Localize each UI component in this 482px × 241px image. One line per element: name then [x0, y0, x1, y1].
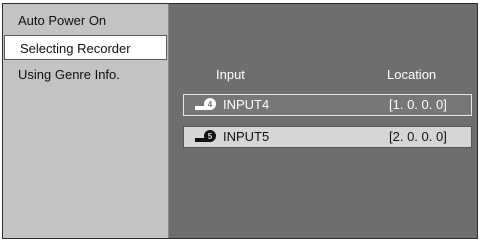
menu-item-label: Using Genre Info. — [18, 67, 120, 82]
recorder-location: [1. 0. 0. 0] — [389, 97, 447, 112]
recorder-row-input4[interactable]: 4 INPUT4 [1. 0. 0. 0] — [183, 94, 472, 116]
menu-item-label: Selecting Recorder — [20, 41, 131, 56]
menu-item-label: Auto Power On — [18, 13, 107, 28]
column-header-location: Location — [387, 67, 437, 82]
recorder-row-input5[interactable]: 5 INPUT5 [2. 0. 0. 0] — [183, 126, 472, 148]
settings-window: Auto Power On Selecting Recorder Using G… — [2, 3, 478, 239]
recorder-input-name: INPUT4 — [223, 97, 270, 112]
recorder-5-icon: 5 — [195, 130, 216, 142]
svg-text:5: 5 — [208, 132, 213, 141]
menu-item-selecting-recorder[interactable]: Selecting Recorder — [4, 35, 167, 60]
sidebar-menu: Auto Power On Selecting Recorder Using G… — [3, 4, 169, 238]
recorder-location: [2. 0. 0. 0] — [389, 129, 447, 144]
recorder-4-icon: 4 — [195, 98, 216, 110]
recorder-input-name: INPUT5 — [223, 129, 270, 144]
column-header-input: Input — [216, 67, 245, 82]
svg-text:4: 4 — [208, 100, 213, 109]
menu-item-auto-power-on[interactable]: Auto Power On — [3, 8, 168, 33]
menu-item-using-genre-info[interactable]: Using Genre Info. — [3, 62, 168, 87]
